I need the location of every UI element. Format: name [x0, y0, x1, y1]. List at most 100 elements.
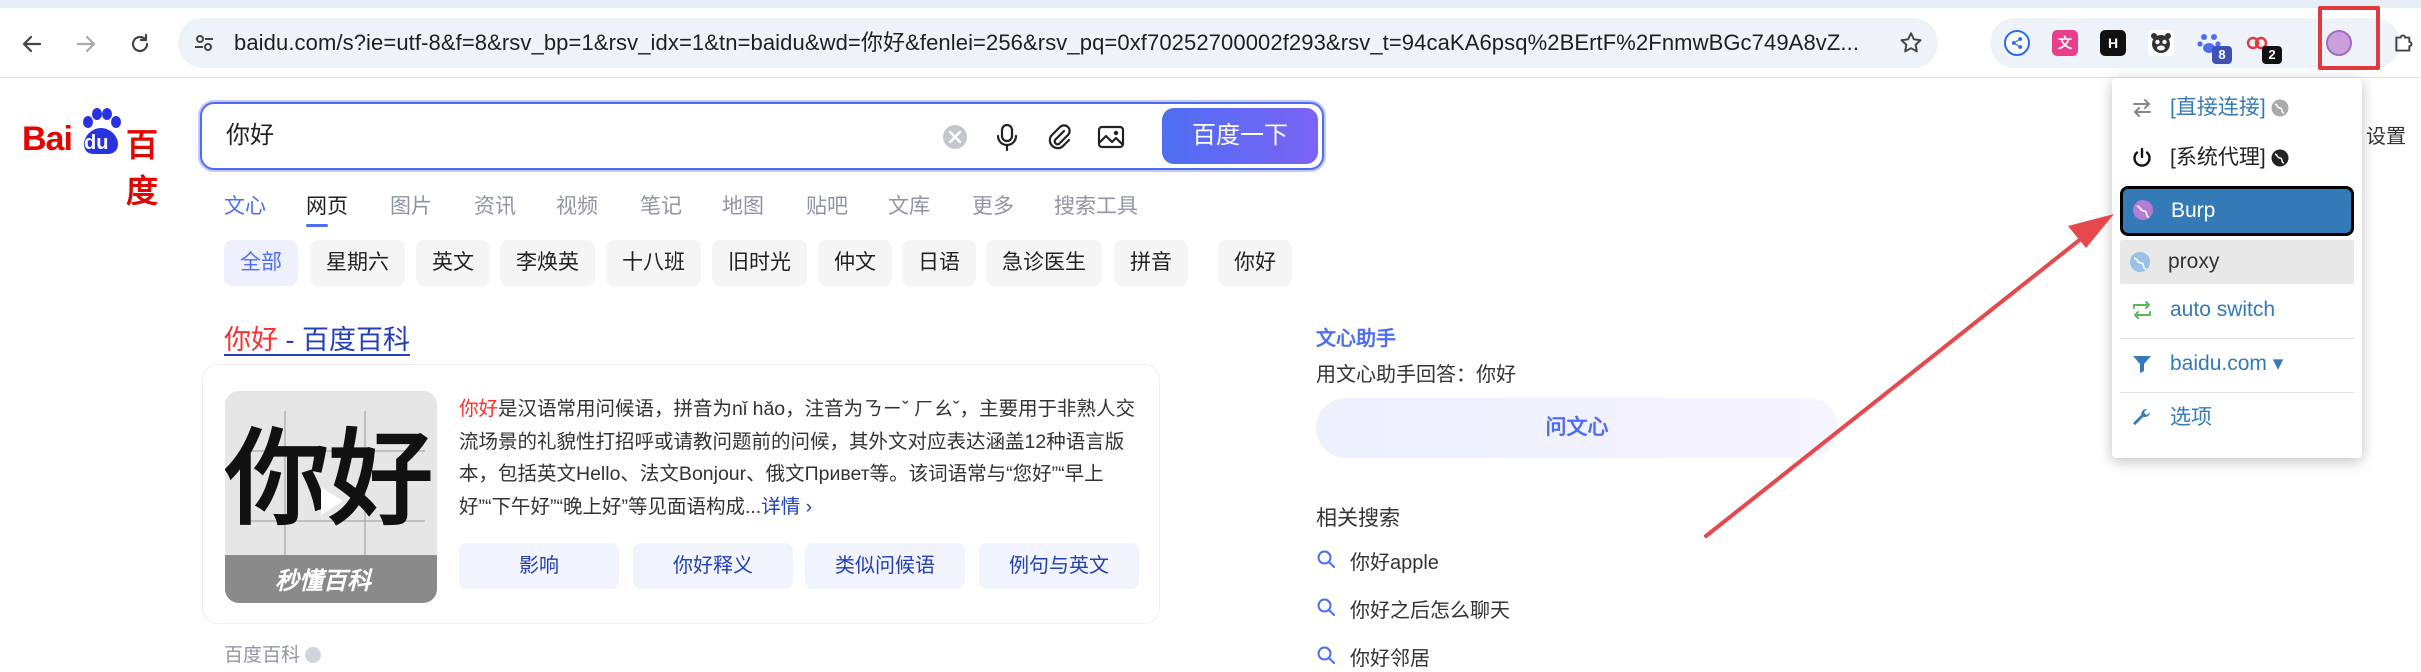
- thumb-char-2: 好: [328, 418, 433, 540]
- verified-icon: [305, 647, 322, 663]
- chip-item[interactable]: 拼音: [1114, 240, 1188, 286]
- menu-item-label: 选项: [2170, 406, 2212, 429]
- desc-keyword: 你好: [459, 398, 499, 420]
- attachment-icon[interactable]: [1044, 122, 1074, 152]
- menu-item-options[interactable]: 选项: [2112, 396, 2362, 440]
- chip-item[interactable]: 旧时光: [712, 240, 807, 286]
- related-search-label: 你好apple: [1350, 552, 1439, 574]
- result-pill[interactable]: 影响: [459, 543, 619, 589]
- tab-wenku[interactable]: 文库: [888, 190, 930, 220]
- search-icon: [1317, 598, 1335, 616]
- chip-all[interactable]: 全部: [224, 240, 298, 286]
- baidu-logo[interactable]: Bai du 百度: [22, 108, 177, 209]
- tab-search-tools[interactable]: 搜索工具: [1054, 190, 1138, 220]
- result-title-link[interactable]: 你好 - 百度百科: [224, 318, 410, 357]
- result-pill[interactable]: 类似问候语: [805, 543, 965, 589]
- reload-button[interactable]: [122, 26, 158, 62]
- power-icon: [2133, 147, 2151, 167]
- result-title-keyword: 你好: [224, 325, 278, 355]
- menu-item-auto-switch[interactable]: auto switch: [2112, 288, 2362, 332]
- site-settings-icon[interactable]: [192, 31, 216, 55]
- chip-item[interactable]: 李焕英: [500, 240, 595, 286]
- result-description: 你好是汉语常用问候语，拼音为nǐ hǎo，注音为ㄋㄧˇ ㄏㄠˇ，主要用于非熟人交…: [459, 393, 1139, 523]
- result-source[interactable]: 百度百科: [224, 640, 322, 667]
- baike-result-card: 你 好 秒懂百科 你好是汉语常用问候语，拼音为nǐ hǎo，注音为ㄋㄧˇ ㄏㄠˇ…: [202, 364, 1160, 624]
- assistant-title: 文心助手: [1316, 328, 1396, 350]
- chip-item[interactable]: 星期六: [310, 240, 405, 286]
- profile-globe-icon: [2133, 200, 2153, 220]
- menu-item-system[interactable]: [系统代理]: [2112, 136, 2362, 180]
- thumb-logo-text: 秒懂百科: [275, 567, 373, 595]
- result-pill[interactable]: 例句与英文: [979, 543, 1139, 589]
- clear-icon[interactable]: [940, 122, 970, 152]
- logo-text-right: 百度: [126, 127, 159, 209]
- menu-item-label: proxy: [2168, 250, 2220, 273]
- menu-item-label: [直接连接]: [2170, 96, 2266, 119]
- globe-icon: [2271, 149, 2289, 167]
- menu-item-proxy[interactable]: proxy: [2120, 240, 2354, 284]
- related-search-label: 你好邻居: [1350, 648, 1430, 670]
- puzzle-icon[interactable]: [2392, 30, 2418, 56]
- ask-wenxin-button[interactable]: 问文心: [1316, 398, 1838, 458]
- microphone-icon[interactable]: [992, 122, 1022, 152]
- menu-item-condition[interactable]: baidu.com ▾: [2112, 342, 2362, 386]
- menu-item-label: Burp: [2171, 199, 2216, 222]
- menu-item-burp[interactable]: Burp: [2120, 186, 2354, 236]
- forward-button[interactable]: [68, 26, 104, 62]
- thumb-char-1: 你: [225, 418, 329, 540]
- result-title-rest: - 百度百科: [278, 325, 411, 355]
- tab-more[interactable]: 更多: [972, 190, 1014, 220]
- settings-link[interactable]: 设置: [2366, 120, 2406, 149]
- search-button[interactable]: 百度一下: [1162, 108, 1318, 164]
- search-icon: [1317, 646, 1335, 664]
- details-link[interactable]: 详情 ›: [761, 496, 812, 518]
- tab-web[interactable]: 网页: [306, 190, 348, 220]
- filter-icon: [2133, 356, 2151, 373]
- related-search-title: 相关搜索: [1316, 507, 1400, 530]
- tab-wenxin[interactable]: 文心: [224, 190, 266, 220]
- menu-item-direct[interactable]: [直接连接]: [2112, 86, 2362, 130]
- profile-globe-icon: [2130, 252, 2150, 272]
- bookmark-star-icon[interactable]: [1898, 30, 1924, 56]
- menu-separator: [2120, 338, 2354, 339]
- chip-item[interactable]: 十八班: [606, 240, 701, 286]
- assistant-text: 用文心助手回答：你好: [1316, 364, 1516, 386]
- proxy-switch-menu: [直接连接] [系统代理] Burp proxy auto switch bai…: [2112, 78, 2362, 458]
- h-extension-icon[interactable]: H: [2100, 30, 2126, 56]
- back-arrow-icon: [22, 35, 42, 53]
- image-search-icon[interactable]: [1096, 122, 1126, 152]
- active-tab-underline: [306, 224, 328, 227]
- share-extension-icon[interactable]: [2004, 30, 2030, 56]
- tab-video[interactable]: 视频: [556, 190, 598, 220]
- url-text[interactable]: baidu.com/s?ie=utf-8&f=8&rsv_bp=1&rsv_id…: [234, 18, 1884, 68]
- menu-item-label: [系统代理]: [2170, 146, 2266, 169]
- tab-map[interactable]: 地图: [722, 190, 764, 220]
- logo-text-left: Bai: [22, 120, 73, 158]
- paw-extension-badge: 8: [2212, 46, 2232, 64]
- chip-item[interactable]: 急诊医生: [986, 240, 1102, 286]
- search-icon: [1317, 550, 1335, 568]
- chip-item[interactable]: 日语: [902, 240, 976, 286]
- address-bar[interactable]: baidu.com/s?ie=utf-8&f=8&rsv_bp=1&rsv_id…: [178, 18, 1938, 68]
- search-input[interactable]: 你好: [226, 104, 274, 168]
- direct-connect-icon: [2133, 99, 2151, 117]
- tab-notes[interactable]: 笔记: [640, 190, 682, 220]
- result-pill[interactable]: 你好释义: [633, 543, 793, 589]
- result-thumbnail[interactable]: 你 好 秒懂百科: [225, 391, 437, 603]
- tab-images[interactable]: 图片: [390, 190, 432, 220]
- back-button[interactable]: [14, 26, 50, 62]
- menu-item-label: auto switch: [2170, 298, 2276, 321]
- logo-text-du: du: [84, 132, 109, 154]
- tab-news[interactable]: 资讯: [474, 190, 516, 220]
- chip-item[interactable]: 仲文: [818, 240, 892, 286]
- search-box[interactable]: 你好 百度一下: [200, 102, 1324, 170]
- chip-item[interactable]: 英文: [416, 240, 490, 286]
- bear-extension-icon[interactable]: [2148, 30, 2174, 56]
- menu-item-label: baidu.com ▾: [2170, 352, 2284, 375]
- translate-extension-icon[interactable]: 文: [2052, 30, 2078, 56]
- tab-tieba[interactable]: 贴吧: [806, 190, 848, 220]
- chip-item[interactable]: 你好: [1218, 240, 1292, 286]
- auto-switch-icon: [2133, 301, 2151, 319]
- proxy-extension-highlight-box: [2318, 6, 2380, 70]
- source-label: 百度百科: [224, 645, 301, 666]
